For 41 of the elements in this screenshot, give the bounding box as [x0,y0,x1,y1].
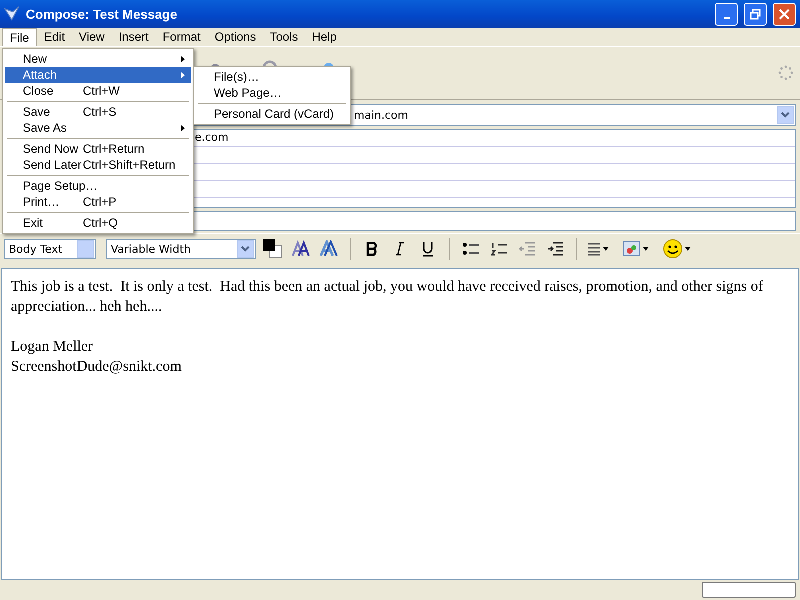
menu-item[interactable]: Print… Ctrl+P [5,194,191,210]
minimize-button[interactable] [715,2,738,26]
minimize-icon [724,17,730,19]
spinner-icon [778,65,794,81]
menu-item[interactable]: Page Setup… [5,178,191,194]
restore-icon [750,8,761,20]
menu-bar-item[interactable]: Insert [112,28,156,46]
close-button[interactable] [773,2,796,26]
insert-image-dropdown[interactable] [623,241,649,257]
menu-bar-item[interactable]: Edit [37,28,72,46]
caret-icon [685,247,691,251]
text-color-icon[interactable] [262,238,284,260]
paragraph-style-select[interactable]: Body Text [4,239,96,259]
app-icon [4,6,20,22]
menu-bar-item[interactable]: Tools [263,28,306,46]
align-dropdown[interactable] [587,242,609,256]
smiley-dropdown[interactable] [663,239,691,259]
menu-item[interactable]: Save Ctrl+S [5,104,191,120]
menu-item[interactable]: Close Ctrl+W [5,83,191,99]
menu-bar-item[interactable]: File [2,28,38,46]
menu-bar-item[interactable]: View [72,28,112,46]
menu-bar-item[interactable]: Options [208,28,264,46]
caret-icon [643,247,649,251]
window-title: Compose: Test Message [26,6,178,22]
menu-item[interactable]: Attach [5,67,191,83]
menu-bar-item[interactable]: Help [305,28,344,46]
body-paragraph: Logan Meller ScreenshotDude@snikt.com [11,338,183,377]
menu-item[interactable]: Personal Card (vCard) [196,106,348,122]
menu-item[interactable]: File(s)… [196,69,348,85]
menu-bar-item[interactable]: Format [156,28,208,46]
restore-button[interactable] [744,2,767,26]
menu-item[interactable]: Web Page… [196,85,348,101]
caret-icon [603,247,609,251]
message-body[interactable]: This job is a test. It is only a test. Had this been an actual job, you would have received raises, promotion, and other signs of appreciation... heh heh.... Logan Meller ScreenshotDude@snikt.com [1,268,799,580]
menu-item[interactable]: Exit Ctrl+Q [5,215,191,231]
font-select[interactable]: Variable Width [106,239,256,259]
body-paragraph: This job is a test. It is only a test. Had this been an actual job, you would have received raises, promotion, and other signs of appreciation... heh heh.... [11,278,764,317]
menu-item[interactable]: Send LaterCtrl+Shift+Return [5,157,191,173]
caret-icon [241,246,250,252]
menu-item[interactable]: New [5,51,191,67]
close-icon [779,8,790,20]
